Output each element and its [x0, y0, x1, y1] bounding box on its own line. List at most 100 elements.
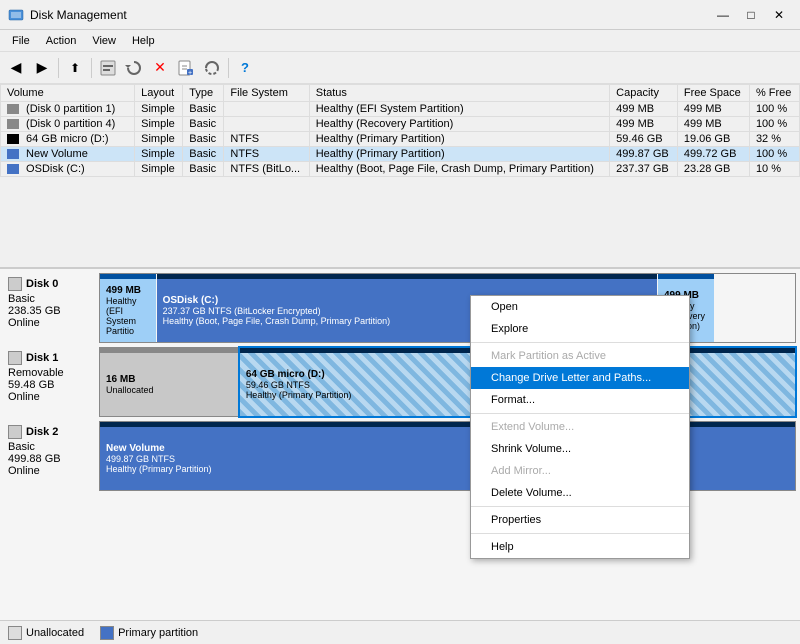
- partition-2-0[interactable]: New Volume499.87 GB NTFSHealthy (Primary…: [100, 422, 795, 490]
- partition-1-0[interactable]: 16 MBUnallocated: [100, 348, 239, 416]
- cell-type: Basic: [183, 102, 224, 117]
- disk-size-0: 238.35 GB: [8, 305, 95, 317]
- partition-sublabel-1-0: Unallocated: [106, 385, 233, 395]
- disk-size-1: 59.48 GB: [8, 379, 95, 391]
- context-item-delete-volume[interactable]: Delete Volume...: [471, 482, 689, 504]
- properties-button[interactable]: [96, 56, 120, 80]
- cell-layout: Simple: [135, 132, 183, 147]
- cell-free: 499 MB: [677, 102, 749, 117]
- menu-file[interactable]: File: [4, 33, 38, 49]
- title-bar: Disk Management — □ ✕: [0, 0, 800, 30]
- menu-help[interactable]: Help: [124, 33, 163, 49]
- window-title: Disk Management: [30, 8, 710, 22]
- context-item-help[interactable]: Help: [471, 536, 689, 558]
- svg-text:+: +: [188, 70, 192, 77]
- context-item-format[interactable]: Format...: [471, 389, 689, 411]
- col-capacity[interactable]: Capacity: [610, 85, 678, 102]
- menu-view[interactable]: View: [84, 33, 124, 49]
- window-controls[interactable]: — □ ✕: [710, 5, 792, 25]
- disk-label-2: Disk 2 Basic 499.88 GB Online: [4, 421, 99, 491]
- refresh-button[interactable]: [200, 56, 224, 80]
- cell-volume: 64 GB micro (D:): [1, 132, 135, 147]
- close-button[interactable]: ✕: [766, 5, 792, 25]
- app-icon: [8, 7, 24, 23]
- context-sep-13: [471, 533, 689, 534]
- table-row[interactable]: New Volume Simple Basic NTFS Healthy (Pr…: [1, 147, 800, 162]
- partition-0-0[interactable]: 499 MBHealthy (EFI System Partitio: [100, 274, 156, 342]
- col-fs[interactable]: File System: [224, 85, 309, 102]
- disk-status-2: Online: [8, 465, 95, 477]
- partition-bar-0-0: [100, 274, 156, 279]
- disk-label-0: Disk 0 Basic 238.35 GB Online: [4, 273, 99, 343]
- partition-label-1-0: 16 MB: [106, 374, 233, 385]
- up-button[interactable]: ⬆: [63, 56, 87, 80]
- forward-button[interactable]: ▶: [30, 56, 54, 80]
- maximize-button[interactable]: □: [738, 5, 764, 25]
- partition-bar-0-1: [157, 274, 657, 279]
- context-item-explore[interactable]: Explore: [471, 318, 689, 340]
- context-item-shrink-volume[interactable]: Shrink Volume...: [471, 438, 689, 460]
- partition-bar-2-0: [100, 422, 795, 427]
- new-button[interactable]: +: [174, 56, 198, 80]
- cell-status: Healthy (Primary Partition): [309, 132, 609, 147]
- menu-action[interactable]: Action: [38, 33, 85, 49]
- disk-type-1: Removable: [8, 367, 95, 379]
- table-row[interactable]: 64 GB micro (D:) Simple Basic NTFS Healt…: [1, 132, 800, 147]
- rescan-button[interactable]: [122, 56, 146, 80]
- context-item-extend-volume: Extend Volume...: [471, 416, 689, 438]
- cell-volume: (Disk 0 partition 4): [1, 117, 135, 132]
- cell-free: 19.06 GB: [677, 132, 749, 147]
- disk-label-1: Disk 1 Removable 59.48 GB Online: [4, 347, 99, 417]
- cell-fs: NTFS: [224, 147, 309, 162]
- col-layout[interactable]: Layout: [135, 85, 183, 102]
- context-menu: OpenExplore Mark Partition as ActiveChang…: [470, 295, 690, 559]
- back-button[interactable]: ◀: [4, 56, 28, 80]
- cell-capacity: 499.87 GB: [610, 147, 678, 162]
- partition-bar-1-0: [100, 348, 239, 353]
- context-item-open[interactable]: Open: [471, 296, 689, 318]
- cell-status: Healthy (Boot, Page File, Crash Dump, Pr…: [309, 162, 609, 177]
- table-row[interactable]: OSDisk (C:) Simple Basic NTFS (BitLo... …: [1, 162, 800, 177]
- table-row[interactable]: (Disk 0 partition 1) Simple Basic Health…: [1, 102, 800, 117]
- legend: Unallocated Primary partition: [0, 620, 800, 644]
- help-button[interactable]: ?: [233, 56, 257, 80]
- context-item-mark-partition-as-active: Mark Partition as Active: [471, 345, 689, 367]
- cell-free: 23.28 GB: [677, 162, 749, 177]
- partition-sublabel-0-0: Healthy (EFI System Partitio: [106, 296, 150, 336]
- disk-name-2: Disk 2: [26, 426, 58, 438]
- col-volume[interactable]: Volume: [1, 85, 135, 102]
- disk-partitions-2: New Volume499.87 GB NTFSHealthy (Primary…: [99, 421, 796, 491]
- partition-bar-0-2: [658, 274, 714, 279]
- context-sep-2: [471, 342, 689, 343]
- cell-type: Basic: [183, 162, 224, 177]
- volume-table-section: Volume Layout Type File System Status Ca…: [0, 84, 800, 269]
- legend-box-unallocated: [8, 626, 22, 640]
- delete-button[interactable]: ✕: [148, 56, 172, 80]
- table-row[interactable]: (Disk 0 partition 4) Simple Basic Health…: [1, 117, 800, 132]
- disk-partitions-0: 499 MBHealthy (EFI System PartitioOSDisk…: [99, 273, 796, 343]
- cell-pct: 10 %: [749, 162, 799, 177]
- col-pct[interactable]: % Free: [749, 85, 799, 102]
- cell-pct: 32 %: [749, 132, 799, 147]
- col-free[interactable]: Free Space: [677, 85, 749, 102]
- col-status[interactable]: Status: [309, 85, 609, 102]
- cell-fs: NTFS: [224, 132, 309, 147]
- legend-unallocated: Unallocated: [8, 626, 84, 640]
- context-sep-11: [471, 506, 689, 507]
- disk-partitions-1: 16 MBUnallocated64 GB micro (D:)59.46 GB…: [99, 347, 796, 417]
- context-item-properties[interactable]: Properties: [471, 509, 689, 531]
- col-type[interactable]: Type: [183, 85, 224, 102]
- legend-label-unallocated: Unallocated: [26, 627, 84, 639]
- legend-box-primary: [100, 626, 114, 640]
- legend-primary: Primary partition: [100, 626, 198, 640]
- minimize-button[interactable]: —: [710, 5, 736, 25]
- cell-status: Healthy (Primary Partition): [309, 147, 609, 162]
- cell-volume: OSDisk (C:): [1, 162, 135, 177]
- cell-status: Healthy (Recovery Partition): [309, 117, 609, 132]
- cell-layout: Simple: [135, 162, 183, 177]
- cell-pct: 100 %: [749, 117, 799, 132]
- disk-status-1: Online: [8, 391, 95, 403]
- context-item-change-drive-letter-and-paths[interactable]: Change Drive Letter and Paths...: [471, 367, 689, 389]
- disk-name-0: Disk 0: [26, 278, 58, 290]
- disk-name-1: Disk 1: [26, 352, 58, 364]
